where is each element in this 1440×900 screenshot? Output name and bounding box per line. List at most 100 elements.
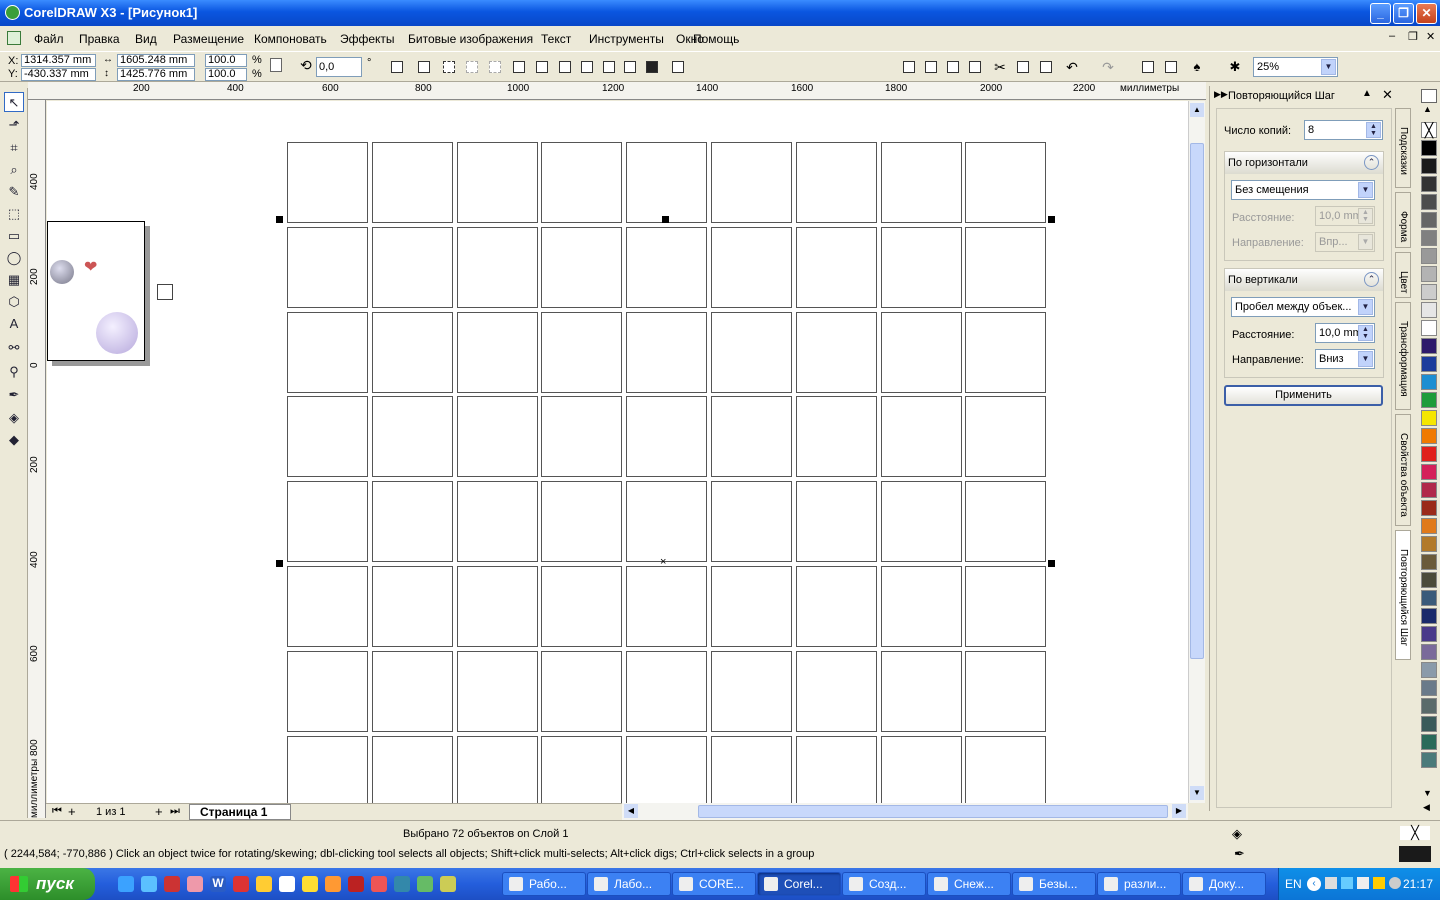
color-swatch[interactable] <box>1421 680 1437 696</box>
grid-rectangle[interactable] <box>287 481 368 563</box>
doc-close-icon[interactable]: ✕ <box>1426 30 1435 43</box>
grid-rectangle[interactable] <box>795 142 877 223</box>
scroll-left-icon[interactable]: ◀ <box>624 804 638 818</box>
start-button[interactable]: пуск <box>0 868 95 900</box>
color-swatch[interactable] <box>1421 590 1437 606</box>
calc-icon[interactable] <box>394 876 410 892</box>
grid-rectangle[interactable] <box>541 481 623 563</box>
app-icon[interactable] <box>371 876 387 892</box>
copies-spinner[interactable]: 8 ▲ ▼ <box>1304 120 1383 140</box>
grid-rectangle[interactable] <box>456 650 538 732</box>
color-swatch[interactable] <box>1421 230 1437 246</box>
grid-rectangle[interactable] <box>626 481 708 563</box>
selection-handle[interactable] <box>1048 560 1055 567</box>
text-tool-icon[interactable]: A <box>4 314 24 334</box>
tray-update-icon[interactable] <box>1389 877 1401 889</box>
grid-rectangle[interactable] <box>456 142 538 223</box>
disco-ball-image[interactable] <box>50 260 74 284</box>
y-position-field[interactable]: -430.337 mm <box>21 68 96 81</box>
selection-handle[interactable] <box>1048 216 1055 223</box>
browser-icon[interactable] <box>141 876 157 892</box>
freehand-tool-icon[interactable]: ✎ <box>4 182 24 202</box>
grid-rectangle[interactable] <box>711 142 792 223</box>
color-swatch[interactable] <box>1421 572 1437 588</box>
width-field[interactable]: 1605.248 mm <box>117 54 195 67</box>
tab-object-properties[interactable]: Свойства объекта <box>1395 414 1411 526</box>
combine-icon[interactable] <box>487 59 503 75</box>
copy-icon[interactable] <box>1015 59 1031 75</box>
grid-rectangle[interactable] <box>626 396 708 478</box>
grid-rectangle[interactable] <box>711 396 792 478</box>
menu-arrange[interactable]: Размещение <box>173 32 244 46</box>
color-swatch[interactable] <box>1421 356 1437 372</box>
add-page-icon[interactable]: + <box>68 804 76 819</box>
taskbar-task[interactable]: Corel... <box>757 872 841 896</box>
grid-rectangle[interactable] <box>711 226 792 308</box>
color-swatch[interactable] <box>1421 644 1437 660</box>
doc-minimize-icon[interactable]: – <box>1389 30 1395 42</box>
rotation-angle-field[interactable]: 0,0 <box>316 57 362 77</box>
grid-rectangle[interactable] <box>795 566 877 647</box>
grid-rectangle[interactable] <box>795 735 877 803</box>
docker-close-icon[interactable]: ✕ <box>1382 87 1393 103</box>
intersect-icon[interactable] <box>557 59 573 75</box>
interactive-fill-tool-icon[interactable]: ◆ <box>4 430 24 450</box>
interactive-blend-tool-icon[interactable]: ⚯ <box>4 338 24 358</box>
page-tab-1[interactable]: Страница 1 <box>189 804 291 820</box>
color-swatch[interactable] <box>1421 500 1437 516</box>
application-launcher-icon[interactable]: ♠ <box>1189 59 1205 75</box>
grid-rectangle[interactable] <box>795 396 877 478</box>
docker-collapse-icon[interactable]: ▲ <box>1362 88 1372 99</box>
tray-network-icon[interactable] <box>1341 877 1353 889</box>
height-field[interactable]: 1425.776 mm <box>117 68 195 81</box>
close-button[interactable]: ✕ <box>1416 3 1437 24</box>
no-color-swatch[interactable]: ╳ <box>1421 122 1437 138</box>
color-swatch[interactable] <box>1421 158 1437 174</box>
folder-icon[interactable] <box>302 876 318 892</box>
lock-ratio-icon[interactable] <box>270 58 282 72</box>
shape-tool-icon[interactable]: ⬏ <box>4 115 24 135</box>
menu-effects[interactable]: Эффекты <box>340 32 395 46</box>
extra-icon[interactable] <box>440 876 456 892</box>
export-icon[interactable] <box>1163 59 1179 75</box>
color-swatch[interactable] <box>1421 374 1437 390</box>
grid-rectangle[interactable] <box>711 311 792 393</box>
paint-icon[interactable] <box>187 876 203 892</box>
taskbar-task[interactable]: Созд... <box>842 872 926 896</box>
heart-image[interactable]: ❤ <box>84 257 97 277</box>
palette-options-icon[interactable] <box>1421 89 1437 103</box>
apply-button[interactable]: Применить <box>1224 385 1383 406</box>
docker-expand-icon[interactable]: ▶▶ <box>1214 89 1228 100</box>
color-swatch[interactable] <box>1421 284 1437 300</box>
palette-expand-icon[interactable]: ◀ <box>1423 802 1430 813</box>
taskbar-task[interactable]: разли... <box>1097 872 1181 896</box>
smart-fill-tool-icon[interactable]: ⬚ <box>4 204 24 224</box>
vertical-group-header[interactable]: По вертикали ⌃ <box>1225 269 1383 291</box>
grid-rectangle[interactable] <box>626 226 708 308</box>
color-swatch[interactable] <box>1421 140 1437 156</box>
tab-step-repeat[interactable]: Повторяющийся Шаг <box>1395 530 1411 660</box>
tab-transformation[interactable]: Трансформация <box>1395 302 1411 410</box>
import-icon[interactable] <box>1140 59 1156 75</box>
ie-icon[interactable] <box>118 876 134 892</box>
menu-help[interactable]: Помощь <box>693 32 739 46</box>
horizontal-mode-select[interactable]: Без смещения ▼ <box>1231 180 1375 200</box>
ellipse-tool-icon[interactable]: ◯ <box>4 248 24 268</box>
scroll-down-icon[interactable]: ▼ <box>1190 786 1204 800</box>
grid-rectangle[interactable] <box>287 226 368 308</box>
grid-rectangle[interactable] <box>541 396 623 478</box>
grid-rectangle[interactable] <box>541 142 623 223</box>
open-icon[interactable] <box>923 59 939 75</box>
color-swatch[interactable] <box>1421 698 1437 714</box>
grid-rectangle[interactable] <box>965 226 1047 308</box>
palette-scroll-up-icon[interactable]: ▲ <box>1423 104 1432 114</box>
selection-center-icon[interactable]: × <box>660 556 666 568</box>
simplify-icon[interactable] <box>579 59 595 75</box>
group-icon[interactable] <box>416 59 432 75</box>
doc-restore-icon[interactable]: ❐ <box>1408 30 1418 43</box>
small-square[interactable] <box>157 284 173 300</box>
minimize-button[interactable]: _ <box>1370 3 1391 24</box>
grid-rectangle[interactable] <box>456 226 538 308</box>
color-swatch[interactable] <box>1421 320 1437 336</box>
menu-text[interactable]: Текст <box>541 32 571 46</box>
